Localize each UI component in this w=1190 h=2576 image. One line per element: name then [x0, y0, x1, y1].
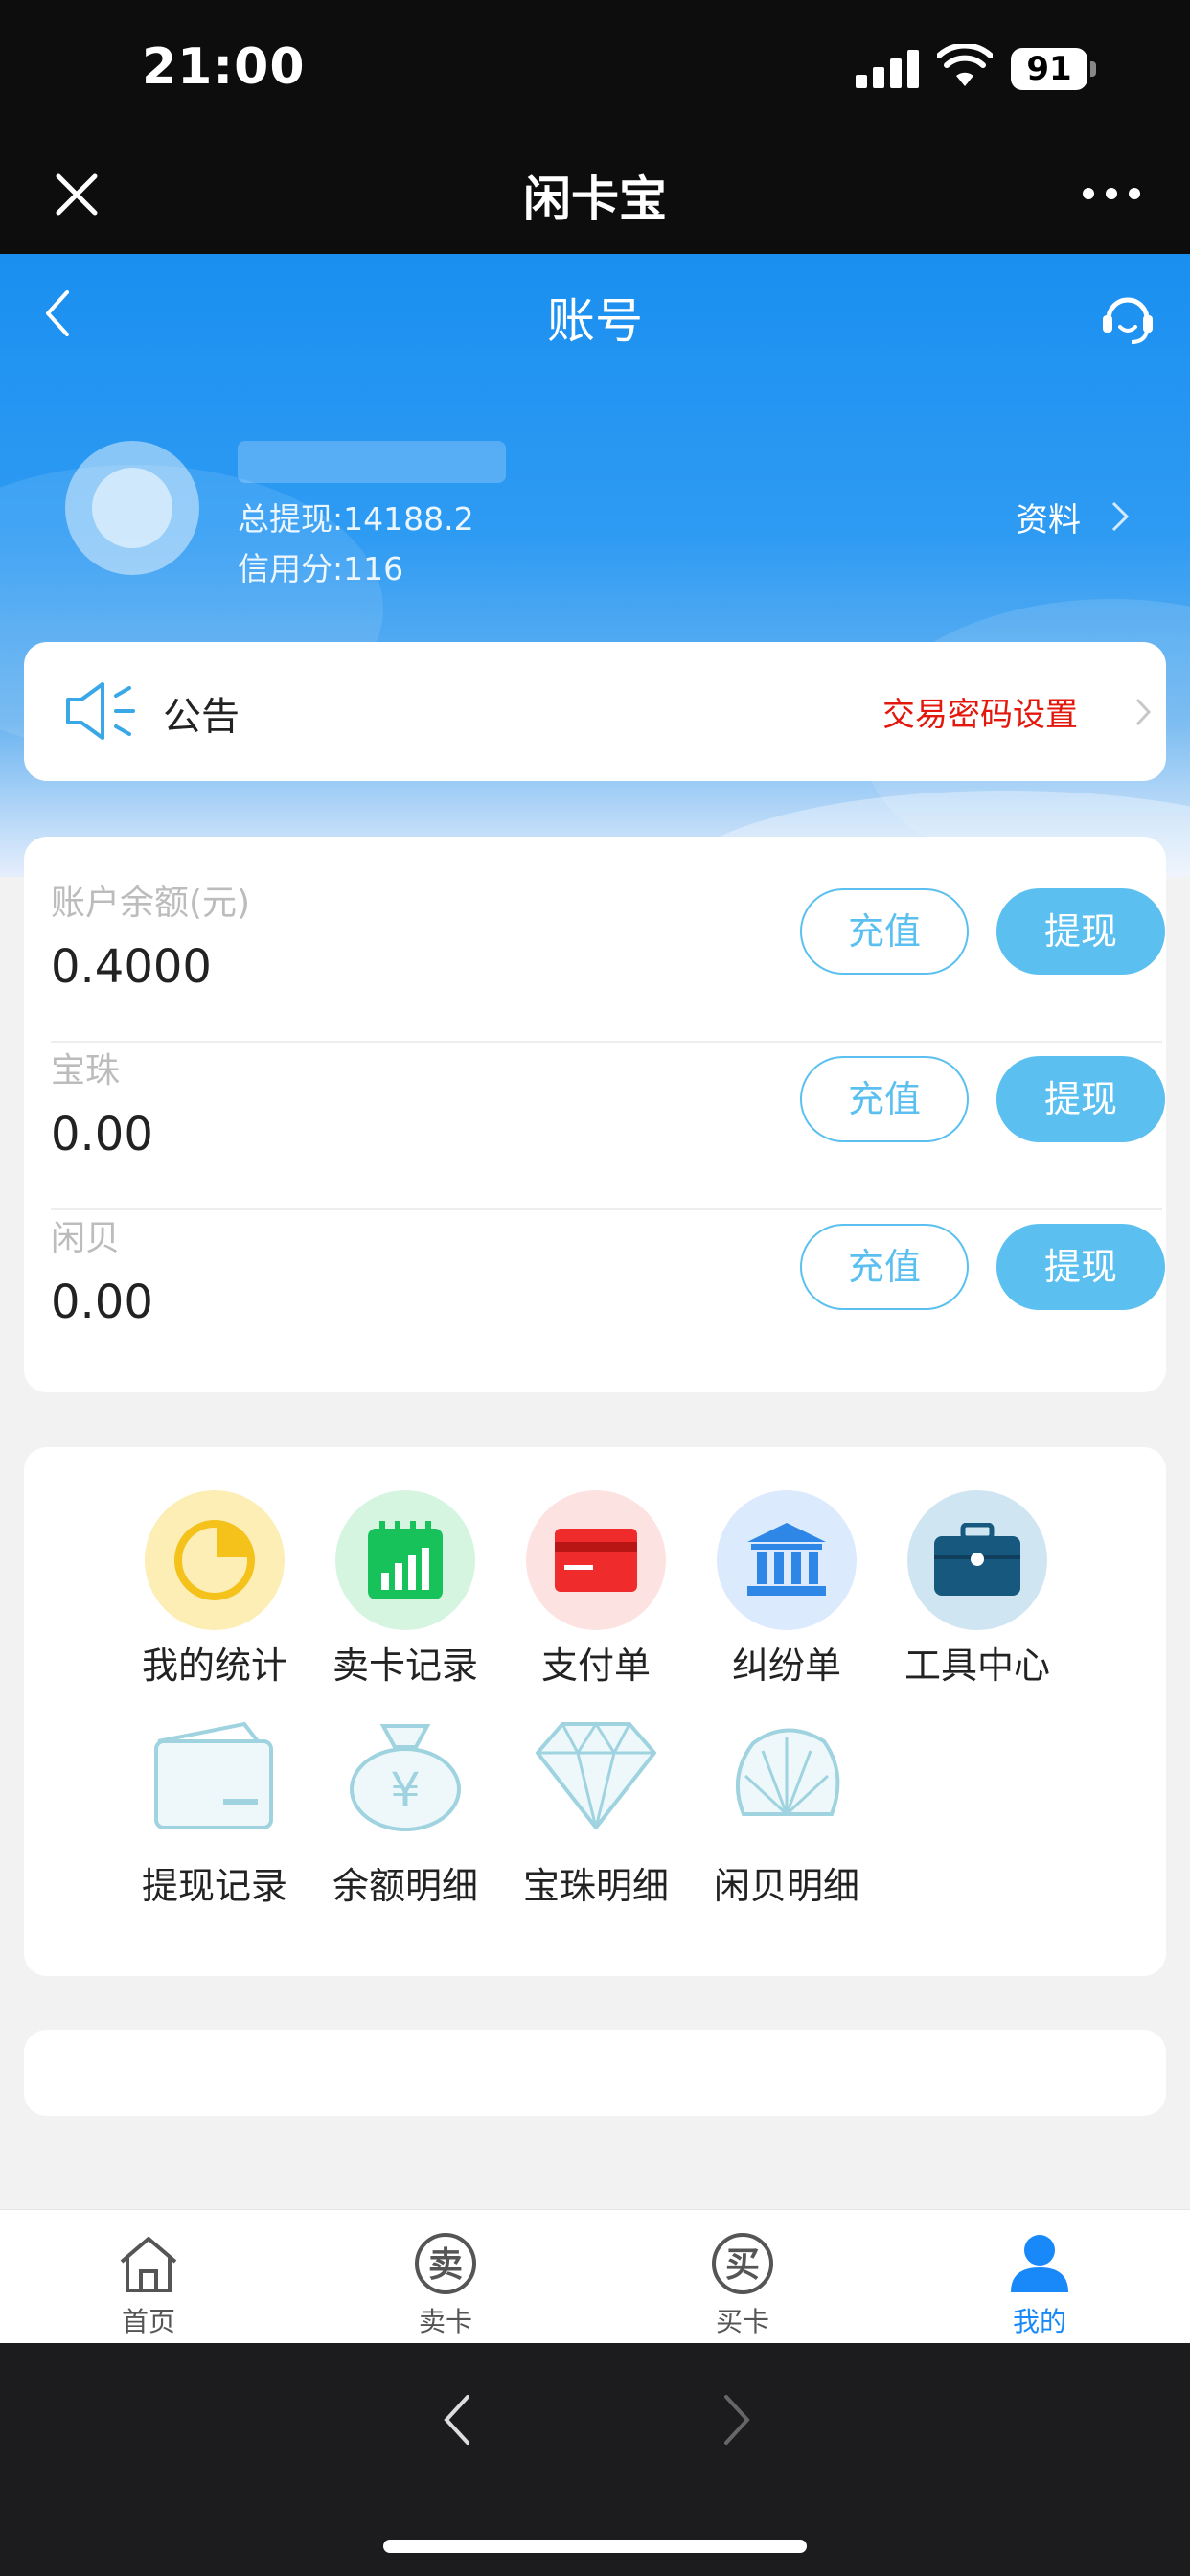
withdraw-button[interactable]: 提现 [996, 1056, 1165, 1142]
page-title: 账号 [547, 293, 643, 349]
balances-card: 账户余额(元) 0.4000 充值 提现 宝珠 0.00 充值 提现 闲贝 0.… [24, 837, 1166, 1392]
tool-center[interactable]: 工具中心 [886, 1490, 1068, 1720]
diamond-icon [536, 1721, 656, 1829]
avatar[interactable] [65, 441, 199, 575]
pearl-row: 宝珠 0.00 充值 提现 [51, 1043, 1165, 1210]
recharge-button[interactable]: 充值 [800, 888, 969, 975]
total-withdraw: 总提现:14188.2 [238, 500, 474, 538]
browser-back-icon[interactable] [439, 2391, 473, 2449]
briefcase-icon [934, 1523, 1020, 1596]
tab-bar: 首页 卖 卖卡 买 买卡 我的 [0, 2209, 1190, 2343]
home-icon [120, 2237, 177, 2292]
empty-card [24, 2030, 1166, 2116]
tool-sell-records[interactable]: 卖卡记录 [314, 1490, 496, 1720]
tools-card: 我的统计 卖卡记录 支付单 纠纷单 工具中心 提现记录 ¥ 余额明细 宝珠明细 … [24, 1447, 1166, 1976]
customer-service-icon[interactable] [1097, 287, 1158, 348]
profile-link[interactable]: 资料 [1016, 494, 1081, 540]
tab-label: 首页 [121, 2306, 175, 2337]
tab-buy[interactable]: 买 买卡 [647, 2210, 838, 2344]
pearl-value: 0.00 [51, 1108, 153, 1162]
bar-chart-icon [368, 1521, 443, 1599]
tab-sell[interactable]: 卖 卖卡 [350, 2210, 541, 2344]
balance-value: 0.4000 [51, 940, 212, 994]
shell-label: 闲贝 [51, 1219, 121, 1258]
money-bag-icon: ¥ [350, 1724, 461, 1831]
tab-label: 卖卡 [418, 2306, 472, 2337]
username-redacted [238, 441, 506, 483]
tool-label: 卖卡记录 [332, 1644, 478, 1687]
svg-text:¥: ¥ [390, 1762, 421, 1818]
tool-withdraw-records[interactable]: 提现记录 [124, 1711, 306, 1941]
user-icon [1011, 2235, 1068, 2292]
shell-value: 0.00 [51, 1276, 153, 1329]
tool-label: 余额明细 [332, 1865, 478, 1907]
tool-label: 工具中心 [904, 1644, 1050, 1687]
wifi-icon [937, 44, 993, 86]
webview-title: 闲卡宝 [523, 172, 667, 227]
account-header: 账号 总提现:14188.2 信用分:116 资料 [0, 254, 1190, 877]
shell-icon [735, 1728, 840, 1816]
tool-my-statistics[interactable]: 我的统计 [124, 1490, 306, 1720]
tool-disputes[interactable]: 纠纷单 [696, 1490, 878, 1720]
more-icon[interactable] [1083, 188, 1140, 201]
recharge-button[interactable]: 充值 [800, 1224, 969, 1310]
tool-label: 闲贝明细 [713, 1865, 859, 1907]
tool-label: 宝珠明细 [522, 1865, 669, 1907]
tab-home[interactable]: 首页 [53, 2210, 244, 2344]
pie-chart-icon [174, 1520, 255, 1600]
svg-text:买: 买 [725, 2245, 760, 2285]
speaker-icon [66, 682, 135, 740]
wallet-icon [154, 1721, 273, 1829]
svg-text:卖: 卖 [428, 2245, 463, 2285]
tab-mine[interactable]: 我的 [944, 2210, 1135, 2344]
tab-label: 买卡 [715, 2306, 769, 2337]
battery-icon: 91 [1011, 48, 1097, 90]
tool-balance-details[interactable]: ¥ 余额明细 [314, 1711, 496, 1941]
tab-label: 我的 [1012, 2306, 1066, 2337]
tool-label: 支付单 [540, 1644, 651, 1687]
shell-row: 闲贝 0.00 充值 提现 [51, 1210, 1165, 1378]
withdraw-button[interactable]: 提现 [996, 1224, 1165, 1310]
notice-card[interactable]: 公告 交易密码设置 [24, 642, 1166, 781]
tool-pearl-details[interactable]: 宝珠明细 [505, 1711, 687, 1941]
card-icon [555, 1529, 637, 1592]
battery-level: 91 [1011, 48, 1087, 90]
chevron-right-icon [1135, 698, 1152, 726]
credit-score: 信用分:116 [238, 550, 404, 587]
tool-label: 提现记录 [141, 1865, 287, 1907]
pearl-label: 宝珠 [51, 1051, 121, 1091]
balance-row: 账户余额(元) 0.4000 充值 提现 [51, 875, 1165, 1043]
chevron-right-icon [1111, 501, 1130, 532]
sell-icon: 卖 [415, 2233, 476, 2294]
tool-label: 我的统计 [141, 1644, 287, 1687]
buy-icon: 买 [712, 2233, 773, 2294]
tool-payment-orders[interactable]: 支付单 [505, 1490, 687, 1720]
signal-icon [856, 50, 919, 88]
browser-forward-icon[interactable] [721, 2391, 755, 2449]
notice-label: 公告 [163, 695, 240, 739]
browser-toolbar [0, 2343, 1190, 2576]
recharge-button[interactable]: 充值 [800, 1056, 969, 1142]
webview-navbar: 闲卡宝 [0, 134, 1190, 254]
balance-label: 账户余额(元) [51, 884, 251, 923]
status-bar: 21:00 91 [0, 0, 1190, 134]
withdraw-button[interactable]: 提现 [996, 888, 1165, 975]
bank-icon [747, 1523, 826, 1596]
trade-password-link[interactable]: 交易密码设置 [882, 688, 1078, 735]
home-indicator[interactable] [383, 2540, 807, 2553]
tool-shell-details[interactable]: 闲贝明细 [696, 1711, 878, 1941]
status-time: 21:00 [142, 38, 306, 96]
tool-label: 纠纷单 [731, 1644, 841, 1687]
